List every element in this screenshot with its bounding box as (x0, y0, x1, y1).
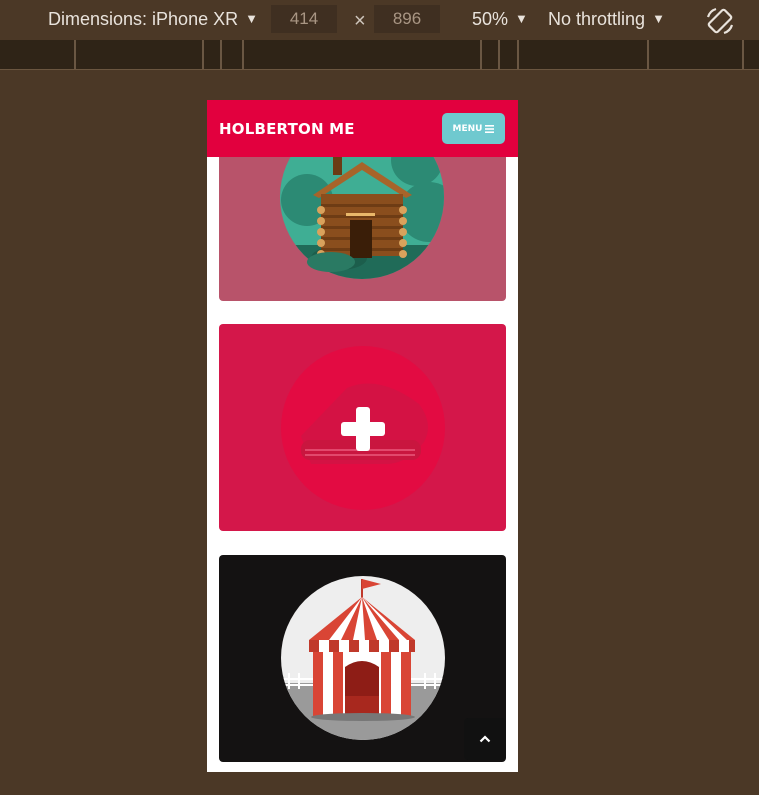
menu-button-label: MENU (452, 123, 483, 134)
site-header: HOLBERTON ME MENU (207, 100, 518, 157)
viewport-height-input[interactable]: 896 (374, 5, 440, 33)
rotate-icon[interactable] (704, 5, 736, 37)
dropdown-caret-icon: ▼ (515, 11, 528, 26)
device-dimensions-label: Dimensions: iPhone XR (48, 9, 239, 29)
hamburger-icon (485, 124, 495, 133)
chevron-up-icon (479, 735, 491, 743)
cabin-illustration (280, 140, 444, 279)
devtools-toolbar: Dimensions: iPhone XR ▼ 414 × 896 50% ▼ No… (0, 0, 759, 41)
portfolio-card-cabin[interactable] (219, 140, 506, 301)
viewport-width-input[interactable]: 414 (271, 5, 337, 33)
throttling-label: No throttling (548, 9, 646, 29)
device-dimensions-select[interactable]: Dimensions: iPhone XR ▼ (48, 9, 258, 30)
site-brand[interactable]: HOLBERTON ME (219, 120, 355, 138)
device-viewport: HOLBERTON ME MENU (207, 100, 518, 772)
add-illustration (281, 346, 445, 510)
portfolio-card-circus[interactable] (219, 555, 506, 762)
dropdown-caret-icon: ▼ (245, 11, 258, 26)
throttling-select[interactable]: No throttling ▼ (548, 9, 665, 30)
dimension-separator: × (354, 10, 366, 32)
menu-button[interactable]: MENU (442, 113, 505, 144)
circus-tent-illustration (281, 576, 445, 740)
dropdown-caret-icon: ▼ (652, 11, 665, 26)
zoom-label: 50% (472, 9, 509, 29)
back-to-top-button[interactable] (464, 718, 506, 760)
portfolio-card-add[interactable] (219, 324, 506, 531)
zoom-select[interactable]: 50% ▼ (472, 9, 528, 30)
media-query-ruler[interactable] (0, 40, 759, 70)
